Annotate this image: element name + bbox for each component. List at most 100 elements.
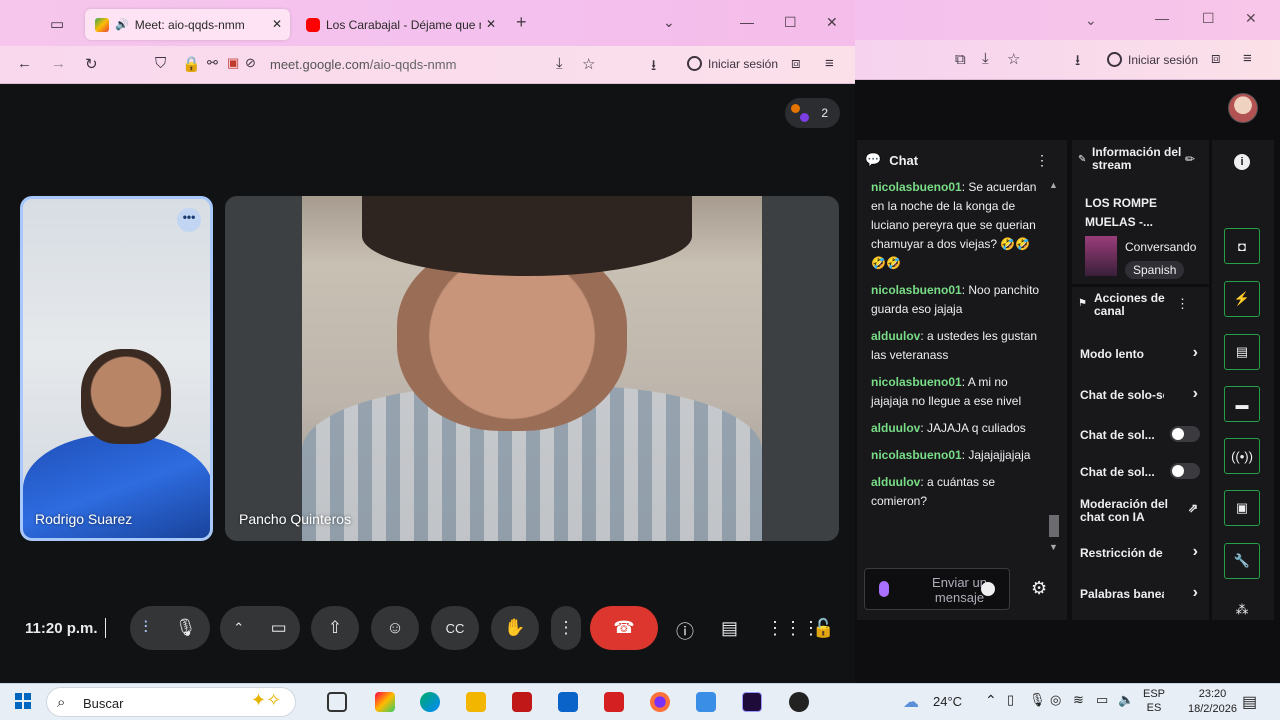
photos-icon[interactable] [696,692,716,712]
lightshot-icon[interactable] [604,692,624,712]
emoji-icon[interactable] [981,582,995,596]
save-to-pocket-icon[interactable]: ⤓ [556,55,563,72]
action-restriction[interactable]: Restricción de c › [1080,543,1202,560]
language-tag[interactable]: Spanish [1125,261,1185,279]
menu-icon[interactable]: ≡ [1243,50,1252,67]
chevron-up-icon[interactable]: ⌃ [985,692,997,709]
maximize-icon[interactable]: ☐ [1202,10,1215,27]
camera-button[interactable]: ⌃ ▭ [220,606,300,650]
outlook-icon[interactable] [558,692,578,712]
chat-username[interactable]: nicolasbueno01 [871,283,962,297]
tab-meet[interactable]: 🔊 Meet: aio-qqds-nmm ✕ [85,9,290,40]
save-to-pocket-icon[interactable]: ⤓ [982,50,989,67]
address-bar[interactable]: meet.google.com/aio-qqds-nmm [270,57,456,72]
obs-icon[interactable] [789,692,809,712]
participants-indicator[interactable]: 2 [785,98,840,128]
action-banned-words[interactable]: Palabras banea › [1080,584,1202,601]
broadcast-icon[interactable]: ((•)) [1224,438,1260,474]
signin-button[interactable]: Iniciar sesión [687,56,778,71]
maximize-icon[interactable]: ☐ [784,14,797,31]
device-icon[interactable]: ▯ [1007,692,1014,708]
action-ai-moderation[interactable]: Moderación del chat con IA ⇗ [1080,498,1202,524]
chevron-up-icon[interactable]: ⌃ [233,620,244,636]
more-options-button[interactable]: ⋮ [551,606,581,650]
weather-temperature[interactable]: 24°C [933,694,962,709]
signin-button[interactable]: Iniciar sesión [1107,52,1198,67]
chat-username[interactable]: alduulov [871,475,920,489]
chat-bubble-icon[interactable]: ▬ [1224,386,1260,422]
download-icon[interactable]: ⭳ [651,55,656,80]
chat-username[interactable]: nicolasbueno01 [871,448,962,462]
minimize-icon[interactable]: — [740,14,754,30]
cloud-weather-icon[interactable]: ☁ [903,692,919,712]
notifications-icon[interactable]: ▤ [1242,692,1257,712]
volume-icon[interactable]: 🔈 [1118,692,1134,708]
chat-icon[interactable]: ▤ [721,618,738,639]
action-followers-only[interactable]: Chat de solo-se › [1080,385,1202,402]
scroll-thumb[interactable] [1049,515,1059,537]
toggle-switch[interactable] [1170,463,1200,479]
leave-call-button[interactable]: ☎ [590,606,658,650]
user-avatar[interactable] [1228,93,1258,123]
microphone-icon[interactable] [879,581,889,597]
present-screen-button[interactable]: ⇧ [311,606,359,650]
add-widget-icon[interactable]: ⁂ [1224,592,1260,628]
mcafee-icon[interactable] [512,692,532,712]
forward-arrow-icon[interactable]: → [51,55,66,72]
extensions-icon[interactable]: ⧈ [791,55,801,72]
premiere-pro-icon[interactable] [742,692,762,712]
shield-icon[interactable]: ⛉ [155,55,166,72]
edge-icon[interactable] [420,692,440,712]
back-arrow-icon[interactable]: ← [17,55,32,72]
info-icon[interactable]: i [1234,154,1250,170]
close-icon[interactable]: ✕ [1245,10,1257,27]
task-view-icon[interactable] [327,692,347,712]
firefox-icon[interactable] [650,692,670,712]
bookmark-star-icon[interactable]: ☆ [1007,50,1020,68]
extensions-icon[interactable]: ⧈ [1211,50,1221,67]
lock-icon[interactable]: 🔒 [182,55,201,73]
category-thumbnail[interactable] [1085,236,1117,276]
start-button[interactable] [15,693,31,709]
download-icon[interactable]: ⭳ [1075,50,1080,75]
channel-actions-options-icon[interactable]: ⋮ [1176,296,1189,312]
video-tile-rodrigo[interactable]: ••• Rodrigo Suarez [20,196,213,541]
chat-scrollbar[interactable]: ▲ ▼ [1049,180,1059,555]
host-controls-icon[interactable]: 🔓 [812,618,834,639]
close-tab-icon[interactable]: ✕ [272,17,282,31]
video-tile-pancho[interactable]: Pancho Quinteros [225,196,839,541]
action-slow-mode[interactable]: Modo lento › [1080,344,1202,361]
toggle-switch[interactable] [1170,426,1200,442]
language-indicator[interactable]: ESP ES [1143,687,1165,715]
chat-username[interactable]: nicolasbueno01 [871,375,962,389]
wrench-icon[interactable]: 🔧 [1224,543,1260,579]
reload-icon[interactable]: ↻ [85,55,98,73]
more-options-icon[interactable]: ••• [177,208,201,232]
chevron-down-icon[interactable]: ⌄ [663,14,675,31]
bookmark-star-icon[interactable]: ☆ [582,55,595,73]
close-tab-icon[interactable]: ✕ [486,17,496,31]
mic-blocked-icon[interactable]: ⊘ [245,55,256,71]
chat-username[interactable]: nicolasbueno01 [871,180,962,194]
firefox-view-icon[interactable]: ▭ [50,15,64,33]
chevron-down-icon[interactable]: ⌄ [1085,12,1097,29]
permissions-icon[interactable]: ⚯ [207,55,218,71]
copilot-icon[interactable] [375,692,395,712]
menu-icon[interactable]: ≡ [825,55,834,72]
chat-options-icon[interactable]: ⋮ [1035,152,1049,169]
queue-icon[interactable]: ▣ [1224,490,1260,526]
chat-username[interactable]: alduulov [871,329,920,343]
minimize-icon[interactable]: — [1155,10,1169,26]
close-icon[interactable]: ✕ [826,14,838,31]
system-clock[interactable]: 23:20 18/2/2026 [1188,687,1237,717]
chat-settings-gear-icon[interactable]: ⚙ [1031,578,1047,599]
speaker-icon[interactable]: 🔊 [115,18,129,31]
wifi-icon[interactable]: ≋ [1073,692,1084,708]
edit-pencil-icon[interactable]: ✏ [1185,152,1195,166]
notes-icon[interactable]: ▤ [1224,334,1260,370]
scroll-down-icon[interactable]: ▼ [1049,542,1058,552]
action-emote-only[interactable]: Chat de sol... [1080,463,1202,479]
raise-hand-button[interactable]: ✋ [491,606,539,650]
captions-button[interactable]: CC [431,606,479,650]
new-tab-button[interactable]: + [516,12,527,33]
